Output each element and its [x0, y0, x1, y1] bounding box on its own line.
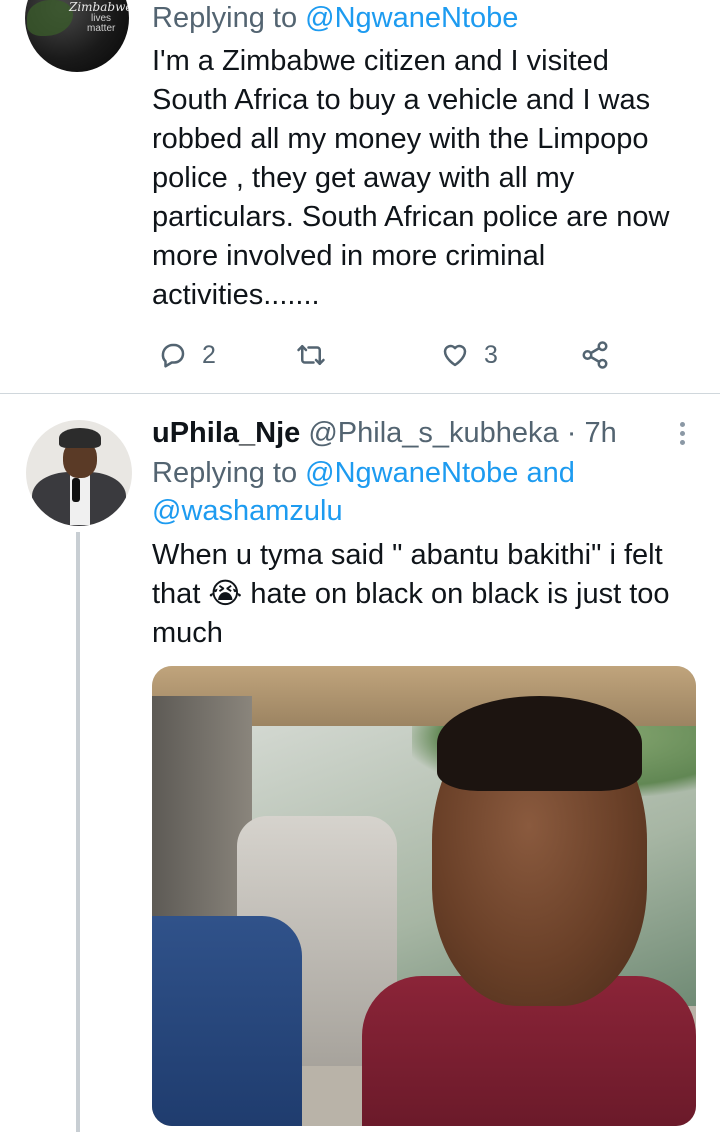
tweet-text: I'm a Zimbabwe citizen and I visited Sou…	[152, 42, 696, 315]
mention-link[interactable]: @NgwaneNtobe	[305, 2, 518, 34]
mention-link[interactable]: @NgwaneNtobe	[305, 457, 518, 489]
retweet-button[interactable]	[296, 335, 340, 375]
tweet-header: uPhila_Nje @Phila_s_kubheka · 7h	[152, 414, 617, 452]
tweet-1[interactable]: Zimbabwean lives matter Replying to @Ngw…	[0, 0, 720, 393]
replying-to-cont: @washamzulu	[152, 492, 696, 530]
text-line: more involved in more criminal	[152, 240, 546, 272]
reply-button[interactable]: 2	[158, 335, 216, 375]
photo-hair	[437, 696, 642, 791]
replying-to: Replying to @NgwaneNtobe and	[152, 454, 696, 492]
share-button[interactable]	[580, 335, 610, 375]
tweet-body: Replying to @NgwaneNtobe I'm a Zimbabwe …	[152, 0, 696, 315]
reply-icon	[161, 343, 185, 368]
tweet-actions: 2 3	[152, 335, 632, 375]
retweet-icon	[297, 345, 325, 365]
text-line: that 😭 hate on black on black is just to…	[152, 578, 670, 610]
mention-link[interactable]: @washamzulu	[152, 495, 343, 527]
like-button[interactable]: 3	[440, 335, 498, 375]
share-icon	[582, 341, 608, 369]
avatar-graphic	[59, 428, 101, 448]
avatar-text: matter	[87, 23, 116, 34]
text-line: much	[152, 617, 223, 649]
replying-to: Replying to @NgwaneNtobe	[152, 0, 696, 37]
like-icon	[443, 344, 467, 367]
reply-count: 2	[202, 340, 216, 369]
avatar-graphic	[72, 478, 80, 502]
text-line: South Africa to buy a vehicle and I was	[152, 84, 651, 116]
text-line: robbed all my money with the Limpopo	[152, 123, 649, 155]
tweet-text: When u tyma said " abantu bakithi" i fel…	[152, 536, 696, 653]
replying-prefix: Replying to	[152, 2, 306, 34]
text-line: police , they get away with all my	[152, 162, 575, 194]
text-line: When u tyma said " abantu bakithi" i fel…	[152, 539, 663, 571]
display-name[interactable]: uPhila_Nje	[152, 417, 300, 449]
avatar-text: Zimbabwean	[69, 0, 129, 14]
avatar[interactable]	[26, 420, 132, 526]
text-line: particulars. South African police are no…	[152, 201, 670, 233]
text-line: activities.......	[152, 279, 320, 311]
timestamp[interactable]: · 7h	[567, 417, 617, 449]
photo-figure	[152, 916, 302, 1126]
avatar-graphic	[27, 0, 73, 36]
user-handle[interactable]: @Phila_s_kubheka	[308, 417, 558, 449]
tweet-2[interactable]: uPhila_Nje @Phila_s_kubheka · 7h Replyin…	[0, 394, 720, 1132]
replying-prefix: Replying to	[152, 457, 306, 489]
avatar[interactable]: Zimbabwean lives matter	[25, 0, 129, 72]
more-icon[interactable]	[672, 418, 692, 452]
tweet-photo[interactable]	[152, 666, 696, 1126]
replying-and: and	[518, 457, 575, 489]
tweet-body: Replying to @NgwaneNtobe and @washamzulu…	[152, 454, 696, 653]
text-line: I'm a Zimbabwe citizen and I visited	[152, 45, 609, 77]
like-count: 3	[484, 340, 498, 369]
thread-line	[76, 532, 80, 1132]
